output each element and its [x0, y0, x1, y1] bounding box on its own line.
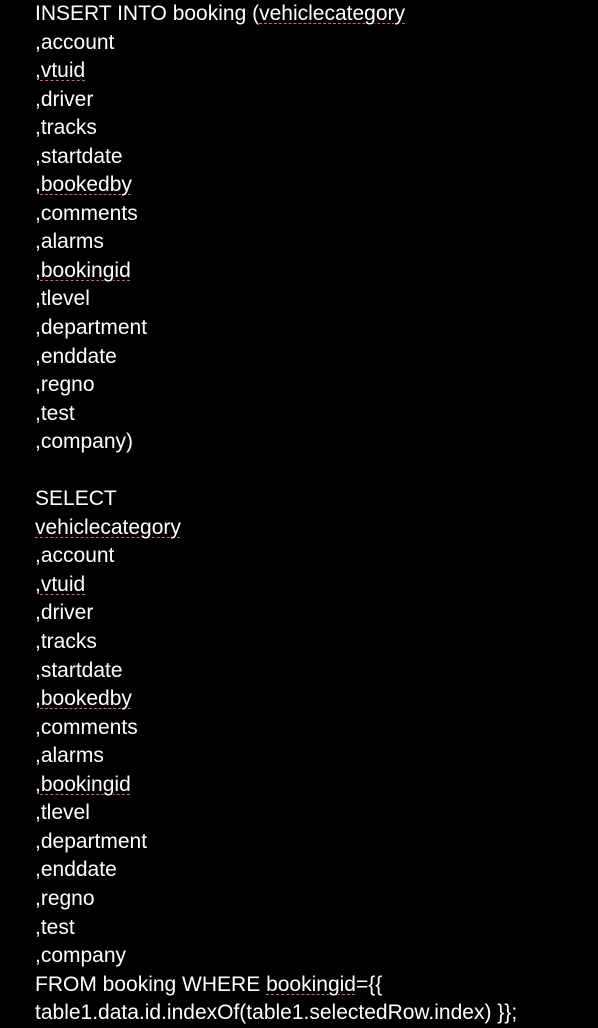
col-comments: ,comments — [35, 202, 138, 225]
sel-tlevel: ,tlevel — [35, 801, 90, 824]
col-test: ,test — [35, 402, 75, 425]
col-department: ,department — [35, 316, 147, 339]
col-bookedby: bookedby — [41, 173, 132, 196]
sel-startdate: ,startdate — [35, 659, 123, 682]
sel-department: ,department — [35, 830, 147, 853]
select-keyword: SELECT — [35, 487, 117, 510]
col-bookingid: bookingid — [41, 259, 131, 282]
sel-comments: ,comments — [35, 716, 138, 739]
col-vehiclecategory: vehiclecategory — [259, 2, 405, 25]
col-driver: ,driver — [35, 88, 93, 111]
sel-driver: ,driver — [35, 601, 93, 624]
sel-regno: ,regno — [35, 887, 95, 910]
sel-alarms: ,alarms — [35, 744, 104, 767]
sel-test: ,test — [35, 916, 75, 939]
sel-account: ,account — [35, 544, 114, 567]
sql-code-block: INSERT INTO booking (vehiclecategory ,ac… — [35, 0, 598, 1028]
sql-text: INSERT INTO booking ( — [35, 2, 259, 25]
sel-bookedby: bookedby — [41, 687, 132, 710]
last-line: table1.data.id.indexOf(table1.selectedRo… — [35, 1001, 517, 1024]
col-startdate: ,startdate — [35, 145, 123, 168]
sel-bookingid: bookingid — [41, 773, 131, 796]
col-vtuid: vtuid — [41, 59, 85, 82]
col-regno: ,regno — [35, 373, 95, 396]
sel-company: ,company — [35, 944, 126, 967]
col-tracks: ,tracks — [35, 116, 97, 139]
from-where-post: ={{ — [356, 973, 382, 996]
col-account: ,account — [35, 31, 114, 54]
sel-vehiclecategory: vehiclecategory — [35, 516, 181, 539]
from-where-pre: FROM booking WHERE — [35, 973, 266, 996]
sel-vtuid: vtuid — [41, 573, 85, 596]
sel-tracks: ,tracks — [35, 630, 97, 653]
from-where-bookingid: bookingid — [266, 973, 356, 996]
sel-enddate: ,enddate — [35, 858, 117, 881]
col-company-insert: ,company) — [35, 430, 133, 453]
col-enddate: ,enddate — [35, 345, 117, 368]
col-tlevel: ,tlevel — [35, 287, 90, 310]
col-alarms: ,alarms — [35, 230, 104, 253]
